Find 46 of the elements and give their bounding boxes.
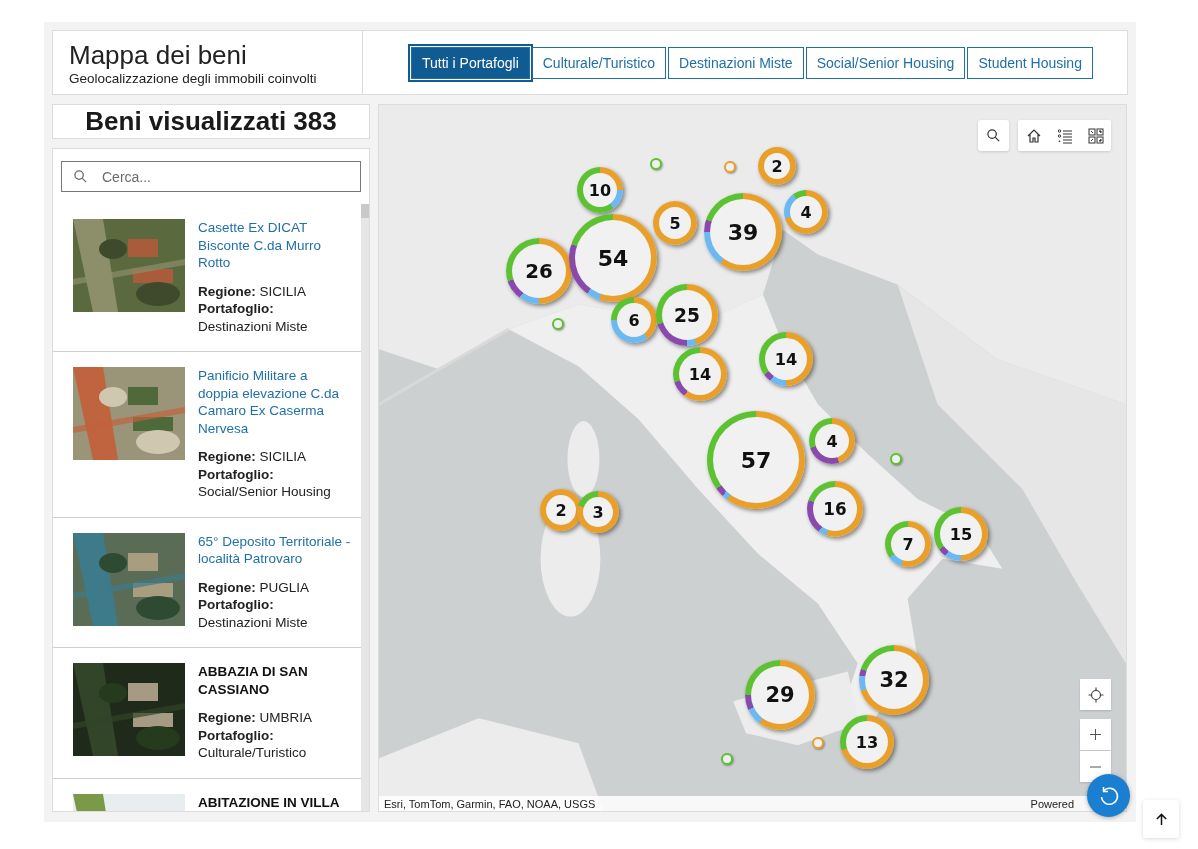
asset-title: ABITAZIONE IN VILLA [198,793,341,811]
portfolio-text: Portafoglio: Destinazioni Miste [198,596,309,631]
list-icon [1056,127,1073,144]
asset-card[interactable]: ABBAZIA DI SAN CASSIANO Regione: UMBRIA Portafoglio: Culturale/Turistico [53,648,361,779]
portfolio-text: Portafoglio: Destinazioni Miste [198,300,309,335]
asset-card[interactable]: Panificio Militare a doppia elevazione C.da Camaro Ex Caserma Nervesa Regione: SICILIA Portafoglio: Social/Senior Housing [53,352,361,518]
home-icon [1025,127,1042,144]
zoom-in-button[interactable] [1080,719,1111,750]
asset-title-link[interactable]: 65° Deposito Territoriale - località Patrovaro [198,532,351,568]
crosshair-icon [1087,686,1104,703]
portfolio-text: Portafoglio: Social/Senior Housing [198,465,332,501]
region-text: Regione: SICILIA [198,448,308,466]
refresh-button[interactable] [1087,774,1130,817]
filter-tab[interactable]: Social/Senior Housing [805,46,966,79]
asset-card[interactable]: 65° Deposito Territoriale - località Patrovaro Regione: PUGLIA Portafoglio: Destinazioni Miste [53,517,361,648]
filter-tab[interactable]: Destinazioni Miste [668,46,804,79]
back-to-top-button[interactable] [1143,800,1179,838]
portfolio-text: Portafoglio: Culturale/Turistico [198,726,308,762]
region-text: Regione: PUGLIA [198,578,311,596]
region-text: Regione: UMBRIA [198,709,314,727]
page-subtitle: Geolocalizzazione degli immobili coinvolti [69,71,318,86]
grid-icon [1087,127,1104,144]
region-text: Regione: SICILIA [198,282,308,300]
asset-title-link[interactable]: Panificio Militare a doppia elevazione C.da Camaro Ex Caserma Nervesa [198,367,351,437]
minus-icon [1090,765,1101,768]
search-icon [986,128,1001,143]
page-title: Mappa dei beni [69,40,248,70]
locate-button[interactable] [1080,679,1111,710]
count-title: Beni visualizzati 383 [52,104,370,139]
filter-tab[interactable]: Student Housing [967,46,1093,79]
search-button[interactable] [978,120,1009,151]
asset-title: ABBAZIA DI SAN CASSIANO [198,663,309,698]
filter-tab[interactable]: Culturale/Turistico [531,46,667,79]
arrow-up-icon [1154,812,1168,826]
grid-button[interactable] [1080,120,1111,151]
asset-card[interactable]: ABITAZIONE IN VILLA [53,778,361,811]
asset-card[interactable]: Casette Ex DICAT Bisconte C.da Murro Rotto Regione: SICILIA Portafoglio: Destinazioni Miste [53,204,361,352]
asset-title-link[interactable]: Casette Ex DICAT Bisconte C.da Murro Rotto [198,219,351,272]
search-field[interactable]: Cerca... [61,161,361,192]
search-icon [73,169,88,184]
home-button[interactable] [1018,120,1049,151]
filter-tab[interactable]: Tutti i Portafogli [411,46,530,79]
powered-by-text: Powered [1030,797,1074,810]
plus-icon [1090,729,1101,740]
attribution-text: Esri, TomTom, Garmin, FAO, NOAA, USGS [384,797,596,810]
scrollbar[interactable] [361,204,369,811]
